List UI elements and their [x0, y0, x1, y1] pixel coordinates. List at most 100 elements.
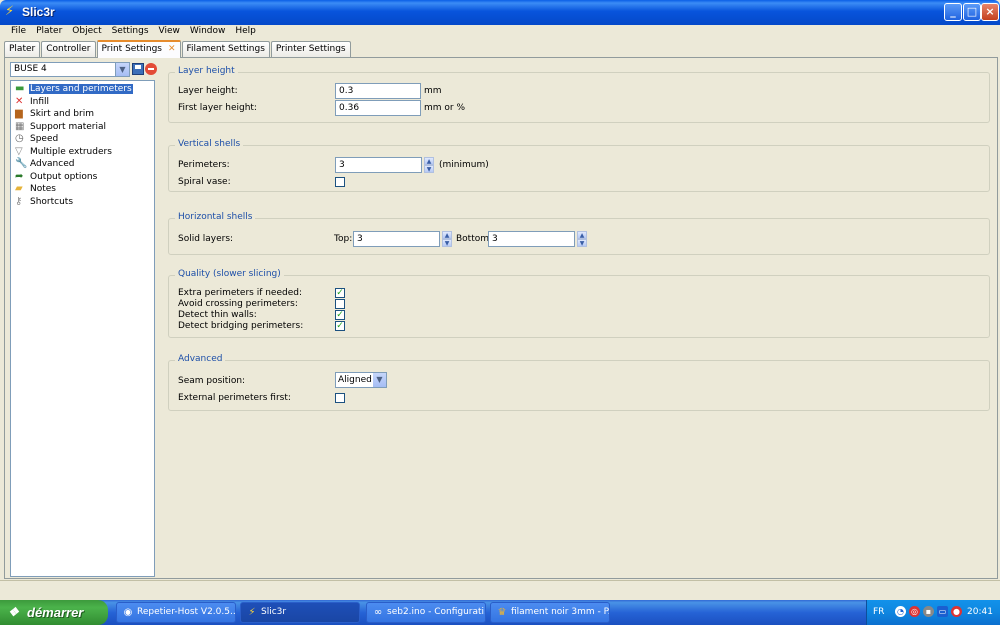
solid-layers-label: Solid layers: — [178, 234, 234, 244]
perimeters-stepper[interactable]: ▲ ▼ — [424, 157, 434, 173]
tree-item-support[interactable]: ▦ Support material — [11, 121, 154, 134]
bottom-layers-stepper[interactable]: ▲ ▼ — [577, 231, 587, 247]
seam-position-select[interactable]: Aligned ▼ — [335, 372, 387, 388]
infill-icon: ✕ — [15, 95, 24, 107]
first-layer-height-input[interactable]: 0.36 — [335, 100, 421, 116]
task-repetier[interactable]: ◉ Repetier-Host V2.0.5... — [116, 602, 236, 623]
display-icon[interactable]: ▭ — [937, 606, 948, 617]
tree-item-shortcuts[interactable]: ⚷ Shortcuts — [11, 196, 154, 209]
thin-walls-checkbox[interactable]: ✓ — [335, 310, 345, 320]
title-bar[interactable]: ⚡ Slic3r _ □ × — [0, 0, 1000, 25]
tree-item-label: Speed — [30, 134, 59, 144]
task-slic3r[interactable]: ⚡ Slic3r — [240, 602, 360, 623]
bridging-perimeters-label: Detect bridging perimeters: — [178, 321, 304, 331]
spin-down-icon[interactable]: ▼ — [442, 239, 452, 247]
task-label: filament noir 3mm - P... — [511, 607, 610, 617]
tree-item-skirt[interactable]: ▆ Skirt and brim — [11, 108, 154, 121]
top-layers-label: Top: — [334, 234, 353, 244]
spin-down-icon[interactable]: ▼ — [577, 239, 587, 247]
task-browser[interactable]: ♛ filament noir 3mm - P... — [490, 602, 610, 623]
extra-perimeters-label: Extra perimeters if needed: — [178, 288, 302, 298]
group-horizontal-shells: Horizontal shells Solid layers: Top: 3 ▲… — [168, 212, 990, 255]
menu-window[interactable]: Window — [185, 25, 231, 39]
avoid-crossing-checkbox[interactable] — [335, 299, 345, 309]
tab-print-settings[interactable]: Print Settings ✕ — [96, 40, 181, 58]
usb-icon[interactable]: ▪ — [923, 606, 934, 617]
tab-label: Controller — [46, 44, 91, 54]
delete-preset-icon[interactable] — [145, 63, 157, 75]
task-arduino[interactable]: ∞ seb2.ino - Configurati... — [366, 602, 486, 623]
close-button[interactable]: × — [981, 3, 999, 21]
spin-down-icon[interactable]: ▼ — [424, 165, 434, 173]
tab-label: Filament Settings — [186, 44, 265, 54]
tab-label: Print Settings — [101, 44, 162, 54]
perimeters-input[interactable]: 3 — [335, 157, 422, 173]
tree-item-notes[interactable]: ▰ Notes — [11, 183, 154, 196]
tab-label: Plater — [9, 44, 36, 54]
avoid-crossing-label: Avoid crossing perimeters: — [178, 299, 298, 309]
bridging-perimeters-checkbox[interactable]: ✓ — [335, 321, 345, 331]
group-title: Vertical shells — [175, 139, 244, 149]
top-layers-stepper[interactable]: ▲ ▼ — [442, 231, 452, 247]
tab-controller[interactable]: Controller — [41, 41, 96, 57]
spin-up-icon[interactable]: ▲ — [424, 157, 434, 165]
tree-item-speed[interactable]: ◷ Speed — [11, 133, 154, 146]
group-advanced: Advanced Seam position: Aligned ▼ Extern… — [168, 354, 990, 411]
group-title: Quality (slower slicing) — [175, 269, 284, 279]
tab-plater[interactable]: Plater — [4, 41, 41, 57]
clock: 20:41 — [967, 607, 993, 617]
bottom-layers-input[interactable]: 3 — [488, 231, 575, 247]
tree-item-label: Infill — [30, 96, 50, 107]
menu-view[interactable]: View — [154, 25, 185, 39]
minimize-button[interactable]: _ — [944, 3, 962, 21]
start-button[interactable]: ❖ démarrer — [0, 600, 108, 625]
spiral-vase-checkbox[interactable] — [335, 177, 345, 187]
spin-up-icon[interactable]: ▲ — [442, 231, 452, 239]
maximize-button[interactable]: □ — [963, 3, 981, 21]
external-perimeters-checkbox[interactable] — [335, 393, 345, 403]
settings-tree: ▬ Layers and perimeters ✕ Infill ▆ Skirt an… — [10, 80, 155, 577]
top-layers-input[interactable]: 3 — [353, 231, 440, 247]
preset-value: BUSE 4 — [14, 64, 47, 74]
status-bar — [0, 580, 1000, 598]
layer-height-label: Layer height: — [178, 86, 238, 96]
menu-file[interactable]: File — [6, 25, 31, 39]
preset-select[interactable]: BUSE 4 ▼ — [10, 62, 130, 77]
tree-item-label: Advanced — [30, 159, 75, 169]
tree-item-label: Support material — [30, 121, 107, 132]
menu-plater[interactable]: Plater — [31, 25, 67, 39]
system-tray: FR ◔ ◎ ▪ ▭ ● 20:41 — [866, 600, 1000, 625]
antivirus-icon[interactable]: ● — [951, 606, 962, 617]
close-tab-icon[interactable]: ✕ — [168, 42, 176, 57]
group-title: Horizontal shells — [175, 212, 256, 222]
tab-printer-settings[interactable]: Printer Settings — [270, 41, 351, 57]
tree-item-output[interactable]: ➦ Output options — [11, 171, 154, 184]
layer-height-input[interactable]: 0.3 — [335, 83, 421, 99]
language-indicator[interactable]: FR — [873, 607, 884, 617]
tree-item-label: Layers and perimeters — [29, 84, 133, 94]
group-quality: Quality (slower slicing) Extra perimeter… — [168, 269, 990, 338]
chevron-down-icon[interactable]: ▼ — [373, 373, 386, 387]
tree-item-infill[interactable]: ✕ Infill — [11, 96, 154, 109]
spin-up-icon[interactable]: ▲ — [577, 231, 587, 239]
window-title: Slic3r — [22, 5, 55, 19]
menu-settings[interactable]: Settings — [107, 25, 154, 39]
seam-position-value: Aligned — [338, 375, 372, 385]
save-preset-icon[interactable] — [132, 63, 144, 75]
arduino-icon: ∞ — [373, 607, 383, 618]
network-icon[interactable]: ◔ — [895, 606, 906, 617]
slic3r-logo-icon: ⚡ — [5, 4, 15, 19]
browser-icon: ♛ — [497, 607, 507, 618]
skirt-icon: ▆ — [15, 108, 23, 119]
tree-item-extruders[interactable]: ▽ Multiple extruders — [11, 146, 154, 159]
menu-help[interactable]: Help — [230, 25, 261, 39]
extra-perimeters-checkbox[interactable]: ✓ — [335, 288, 345, 298]
tab-filament-settings[interactable]: Filament Settings — [181, 41, 270, 57]
speed-icon: ◷ — [15, 133, 24, 144]
task-label: seb2.ino - Configurati... — [387, 607, 486, 617]
chevron-down-icon[interactable]: ▼ — [115, 63, 129, 76]
tree-item-layers[interactable]: ▬ Layers and perimeters — [11, 83, 154, 96]
menu-object[interactable]: Object — [67, 25, 106, 39]
security-icon[interactable]: ◎ — [909, 606, 920, 617]
tree-item-advanced[interactable]: 🔧 Advanced — [11, 158, 154, 171]
